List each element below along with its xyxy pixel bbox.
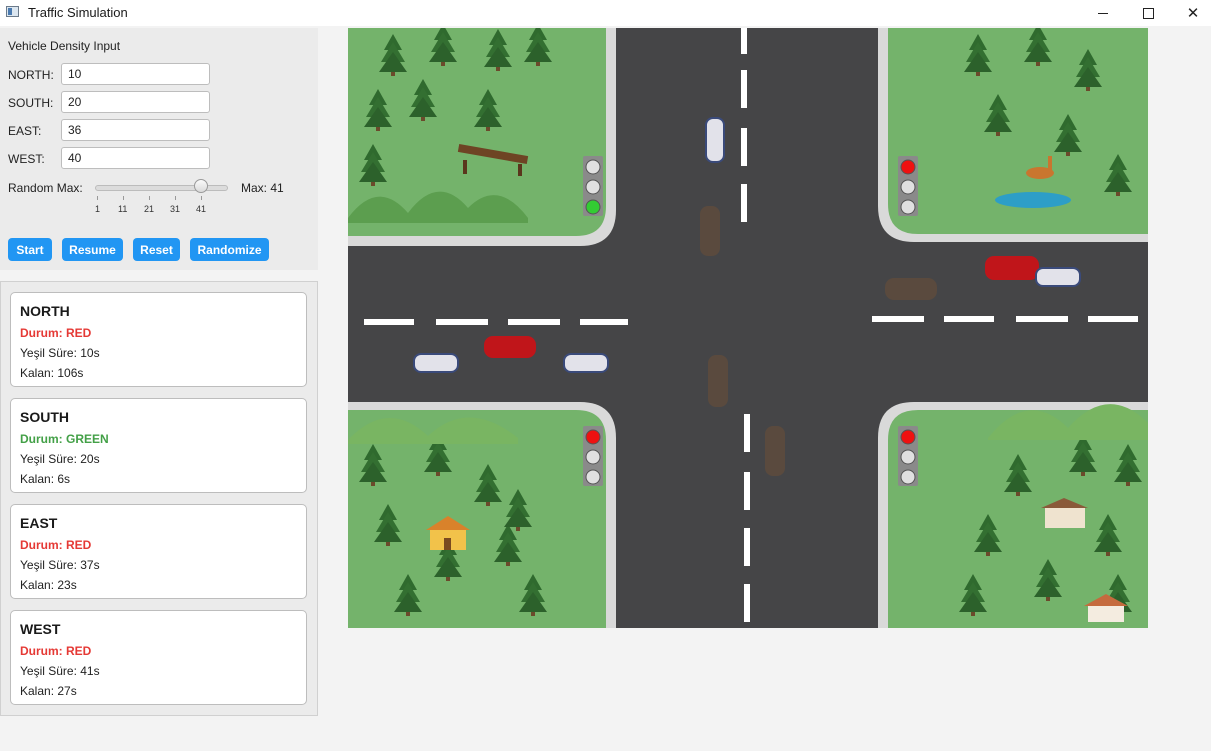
card-state: Durum: GREEN bbox=[20, 432, 109, 446]
card-green-time: Yeşil Süre: 41s bbox=[20, 664, 100, 678]
close-button[interactable]: ✕ bbox=[1170, 0, 1211, 26]
minimize-button[interactable] bbox=[1080, 0, 1126, 26]
card-green-time: Yeşil Süre: 10s bbox=[20, 346, 100, 360]
traffic-light-bottom-left bbox=[583, 426, 603, 486]
slider-tick-label: 11 bbox=[118, 204, 128, 214]
north-status-card: NORTH Durum: RED Yeşil Süre: 10s Kalan: … bbox=[10, 292, 307, 387]
title-bar: Traffic Simulation ✕ bbox=[0, 0, 1211, 26]
start-button[interactable]: Start bbox=[8, 238, 52, 261]
max-value-label: Max: 41 bbox=[241, 181, 284, 195]
card-direction: SOUTH bbox=[20, 409, 69, 425]
car-icon bbox=[700, 206, 720, 256]
card-state: Durum: RED bbox=[20, 538, 92, 552]
card-remaining: Kalan: 106s bbox=[20, 366, 84, 380]
car-icon bbox=[563, 353, 609, 373]
card-remaining: Kalan: 6s bbox=[20, 472, 71, 486]
card-remaining: Kalan: 23s bbox=[20, 578, 77, 592]
pond bbox=[995, 192, 1071, 208]
card-remaining: Kalan: 27s bbox=[20, 684, 77, 698]
east-label: EAST: bbox=[8, 124, 42, 138]
simulation-canvas bbox=[348, 28, 1148, 628]
randomize-button[interactable]: Randomize bbox=[190, 238, 269, 261]
card-green-time: Yeşil Süre: 37s bbox=[20, 558, 100, 572]
card-state: Durum: RED bbox=[20, 644, 92, 658]
north-input[interactable] bbox=[61, 63, 210, 85]
west-status-card: WEST Durum: RED Yeşil Süre: 41s Kalan: 2… bbox=[10, 610, 307, 705]
tick-mark bbox=[175, 196, 176, 200]
south-status-card: SOUTH Durum: GREEN Yeşil Süre: 20s Kalan… bbox=[10, 398, 307, 493]
card-direction: WEST bbox=[20, 621, 61, 637]
car-icon bbox=[885, 278, 937, 300]
tick-mark bbox=[97, 196, 98, 200]
north-label: NORTH: bbox=[8, 68, 54, 82]
car-icon bbox=[765, 426, 785, 476]
card-state: Durum: RED bbox=[20, 326, 92, 340]
panel-title: Vehicle Density Input bbox=[8, 39, 121, 53]
east-input[interactable] bbox=[61, 119, 210, 141]
random-max-slider[interactable] bbox=[95, 185, 228, 191]
west-input[interactable] bbox=[61, 147, 210, 169]
card-green-time: Yeşil Süre: 20s bbox=[20, 452, 100, 466]
minimize-icon bbox=[1098, 12, 1108, 14]
car-icon bbox=[705, 117, 725, 163]
slider-tick-label: 41 bbox=[196, 204, 207, 214]
car-icon bbox=[484, 336, 536, 358]
tick-mark bbox=[123, 196, 124, 200]
slider-tick-label: 21 bbox=[144, 204, 155, 214]
car-icon bbox=[985, 256, 1039, 280]
slider-tick-label: 31 bbox=[170, 204, 181, 214]
status-panel: NORTH Durum: RED Yeşil Süre: 10s Kalan: … bbox=[0, 281, 318, 716]
slider-thumb[interactable] bbox=[194, 179, 208, 193]
car-icon bbox=[413, 353, 459, 373]
west-label: WEST: bbox=[8, 152, 45, 166]
traffic-light-top-left bbox=[583, 156, 603, 216]
density-input-panel: Vehicle Density Input NORTH: SOUTH: EAST… bbox=[0, 28, 318, 270]
random-max-label: Random Max: bbox=[8, 181, 83, 195]
app-icon bbox=[6, 6, 19, 17]
south-input[interactable] bbox=[61, 91, 210, 113]
car-icon bbox=[1035, 267, 1081, 287]
close-icon: ✕ bbox=[1186, 5, 1200, 22]
maximize-icon bbox=[1142, 7, 1154, 19]
tick-mark bbox=[149, 196, 150, 200]
traffic-light-bottom-right bbox=[898, 426, 918, 486]
car-icon bbox=[708, 355, 728, 407]
traffic-light-top-right bbox=[898, 156, 918, 216]
south-label: SOUTH: bbox=[8, 96, 54, 110]
card-direction: NORTH bbox=[20, 303, 70, 319]
window-title: Traffic Simulation bbox=[28, 5, 128, 20]
reset-button[interactable]: Reset bbox=[133, 238, 180, 261]
east-status-card: EAST Durum: RED Yeşil Süre: 37s Kalan: 2… bbox=[10, 504, 307, 599]
tick-mark bbox=[201, 196, 202, 200]
resume-button[interactable]: Resume bbox=[62, 238, 123, 261]
slider-tick-label: 1 bbox=[95, 204, 101, 214]
card-direction: EAST bbox=[20, 515, 58, 531]
maximize-button[interactable] bbox=[1125, 0, 1171, 26]
